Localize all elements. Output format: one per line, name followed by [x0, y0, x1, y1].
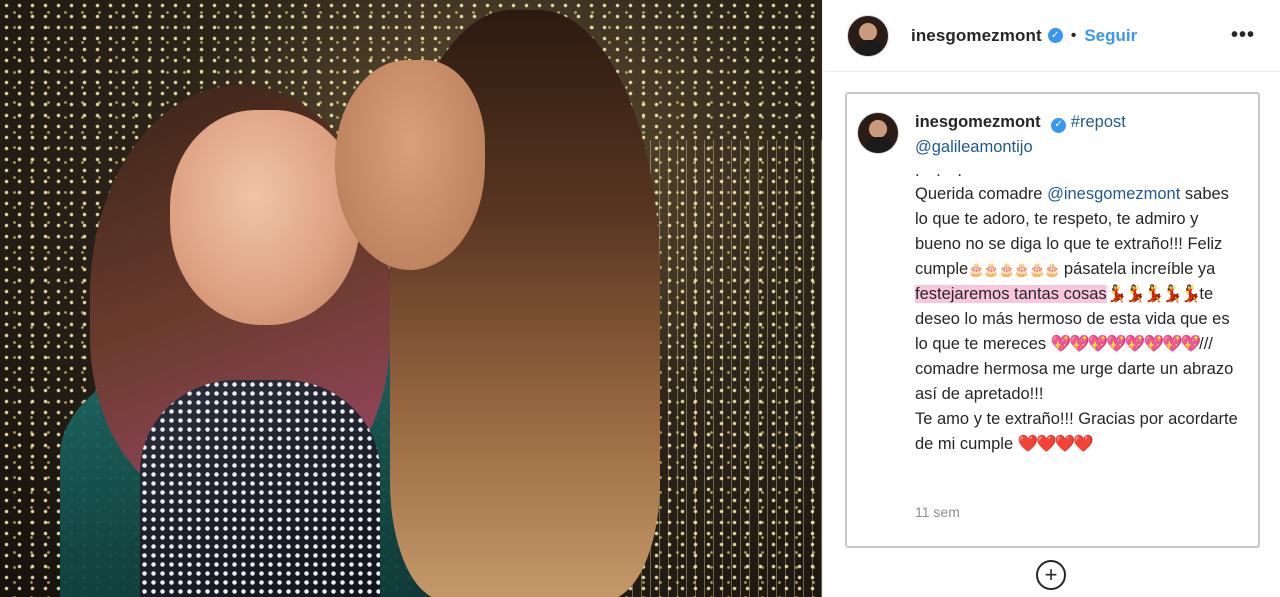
- dancer-emojis: 💃💃💃💃💃: [1106, 285, 1202, 303]
- add-circle-icon[interactable]: +: [1036, 560, 1066, 590]
- repost-hashtag[interactable]: #repost: [1071, 113, 1126, 131]
- post-photo[interactable]: [0, 0, 822, 597]
- caption-text: inesgomezmont ✓ #repost @galileamontijo …: [915, 110, 1245, 457]
- caption-text-3: pásatela increíble ya: [1059, 260, 1216, 278]
- avatar[interactable]: [847, 14, 889, 57]
- header-username[interactable]: inesgomezmont: [911, 26, 1042, 46]
- caption-username[interactable]: inesgomezmont: [915, 113, 1041, 131]
- post-header: inesgomezmont ✓ • Seguir •••: [823, 0, 1280, 72]
- caption-avatar[interactable]: [857, 112, 899, 154]
- verified-badge-icon: ✓: [1047, 28, 1063, 43]
- highlighted-text: festejaremos tantas cosas: [915, 285, 1107, 303]
- source-mention[interactable]: @galileamontijo: [915, 138, 1033, 156]
- caption-ellipsis: . . .: [915, 162, 968, 180]
- verified-badge-icon: ✓: [1051, 117, 1067, 133]
- caption-box: inesgomezmont ✓ #repost @galileamontijo …: [845, 92, 1260, 548]
- header-separator: •: [1070, 26, 1077, 44]
- red-heart-emojis: ❤️❤️❤️❤️: [1017, 435, 1094, 453]
- follow-button[interactable]: Seguir: [1084, 26, 1137, 46]
- left-woman-face: [170, 110, 360, 325]
- right-woman-face: [335, 60, 485, 270]
- sequin-jacket: [140, 380, 380, 597]
- post-age[interactable]: 11 sem: [915, 504, 960, 520]
- caption-text-1: Querida comadre: [915, 185, 1048, 203]
- pink-heart-emojis: 💖💖💖💖💖💖💖💖: [1050, 335, 1201, 353]
- more-options-icon[interactable]: •••: [1231, 24, 1255, 47]
- cake-emojis: 🎂🎂🎂🎂🎂🎂: [968, 262, 1060, 277]
- post-side-panel: inesgomezmont ✓ • Seguir ••• inesgomezmo…: [822, 0, 1280, 597]
- target-mention[interactable]: @inesgomezmont: [1047, 185, 1180, 203]
- hanging-lights-curtain: [632, 140, 822, 597]
